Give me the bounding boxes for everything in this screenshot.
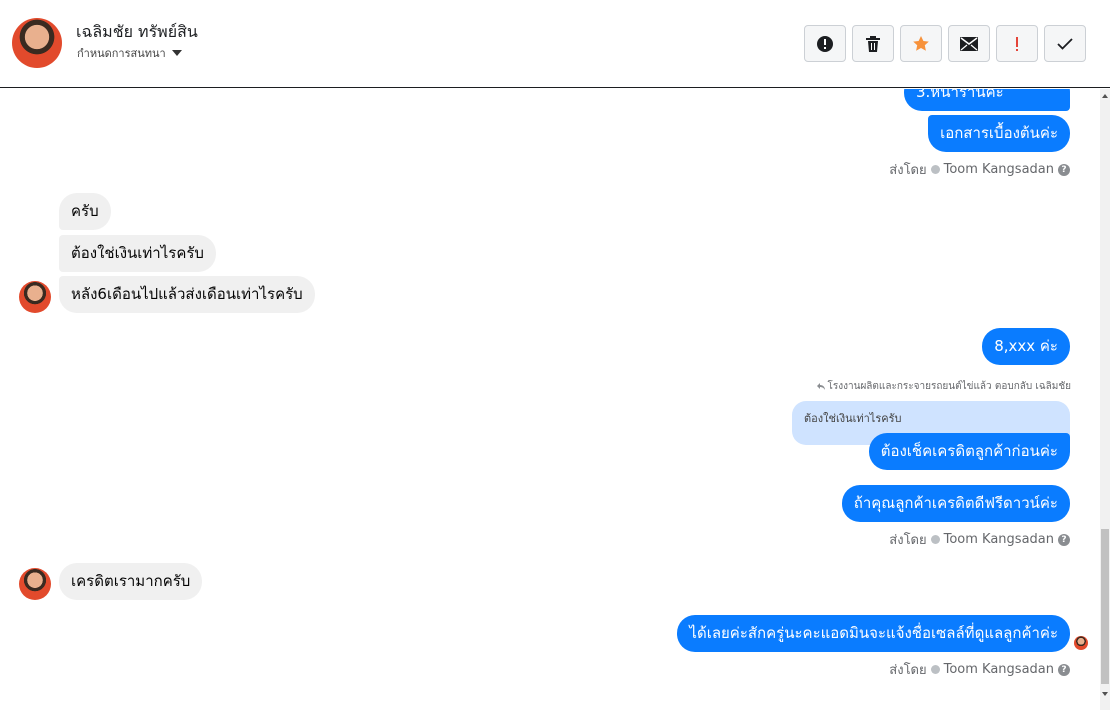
alert-circle-icon <box>817 35 833 52</box>
scrollbar-thumb[interactable] <box>1101 529 1109 684</box>
message-bubble-incoming: ต้องใช่เงินเท่าไรครับ <box>59 235 216 272</box>
message-bubble-incoming: เครดิตเรามากครับ <box>59 563 203 600</box>
message-bubble-outgoing: 8,xxx ค่ะ <box>982 328 1070 365</box>
contact-avatar-small <box>19 568 51 600</box>
sender-name: Toom Kangsadan <box>943 532 1054 547</box>
scroll-down-arrow-icon[interactable] <box>1102 692 1108 696</box>
verified-dot-icon <box>930 665 940 674</box>
check-icon <box>1057 37 1073 50</box>
trash-icon <box>866 35 880 52</box>
exclamation-icon <box>1016 36 1018 51</box>
sent-by-prefix: ส่งโดย <box>889 663 927 678</box>
mark-unread-button[interactable] <box>948 25 990 62</box>
follow-up-button[interactable] <box>996 25 1038 62</box>
mail-icon <box>960 36 978 51</box>
star-icon <box>913 35 929 51</box>
reply-arrow-icon <box>817 383 826 390</box>
sent-by-label: ส่งโดย Toom Kangsadan ? <box>889 659 1070 680</box>
message-thread[interactable]: 3.หน้าร้านค่ะ เอกสารเบื้องต้นค่ะ ส่งโดย … <box>0 89 1100 710</box>
seen-indicator-avatar <box>1074 636 1088 650</box>
message-bubble-outgoing: เอกสารเบื้องต้นค่ะ <box>928 115 1070 152</box>
mark-done-button[interactable] <box>1044 25 1086 62</box>
conversation-header: เฉลิมชัย ทรัพย์สิน กำหนดการสนทนา <box>0 0 1110 88</box>
verified-dot-icon <box>930 165 940 174</box>
conversation-settings-label: กำหนดการสนทนา <box>77 47 166 60</box>
star-button[interactable] <box>900 25 942 62</box>
message-bubble-incoming: หลัง6เดือนไปแล้วส่งเดือนเท่าไรครับ <box>59 276 315 313</box>
help-icon[interactable]: ? <box>1058 533 1070 546</box>
reply-context-label: โรงงานผลิตและกระจายรถยนต์ไข่แล้ว ตอบกลับ… <box>817 379 1071 394</box>
contact-avatar-small <box>19 281 51 313</box>
contact-avatar[interactable] <box>12 18 62 68</box>
contact-name[interactable]: เฉลิมชัย ทรัพย์สิน <box>76 20 198 45</box>
message-bubble-outgoing: ได้เลยค่ะสักครู่นะคะแอดมินจะแจ้งชื่อเซลล… <box>677 615 1070 652</box>
vertical-scrollbar[interactable] <box>1100 89 1110 710</box>
conversation-settings-dropdown[interactable]: กำหนดการสนทนา <box>77 44 182 62</box>
help-icon[interactable]: ? <box>1058 163 1070 176</box>
sender-name: Toom Kangsadan <box>943 162 1054 177</box>
chevron-down-icon <box>171 50 182 56</box>
message-bubble-outgoing: 3.หน้าร้านค่ะ <box>904 89 1070 111</box>
sent-by-label: ส่งโดย Toom Kangsadan ? <box>889 159 1070 180</box>
sent-by-prefix: ส่งโดย <box>889 163 927 178</box>
scroll-up-arrow-icon[interactable] <box>1102 94 1108 98</box>
message-bubble-incoming: ครับ <box>59 193 111 230</box>
sender-name: Toom Kangsadan <box>943 662 1054 677</box>
reply-context-text: โรงงานผลิตและกระจายรถยนต์ไข่แล้ว ตอบกลับ… <box>827 381 1071 392</box>
mark-spam-button[interactable] <box>804 25 846 62</box>
sent-by-label: ส่งโดย Toom Kangsadan ? <box>889 529 1070 550</box>
verified-dot-icon <box>930 535 940 544</box>
message-bubble-outgoing: ต้องเช็คเครดิตลูกค้าก่อนค่ะ <box>868 433 1070 470</box>
help-icon[interactable]: ? <box>1058 663 1070 676</box>
message-bubble-outgoing: ถ้าคุณลูกค้าเครดิตดีฟรีดาวน์ค่ะ <box>841 485 1070 522</box>
delete-button[interactable] <box>852 25 894 62</box>
sent-by-prefix: ส่งโดย <box>889 533 927 548</box>
